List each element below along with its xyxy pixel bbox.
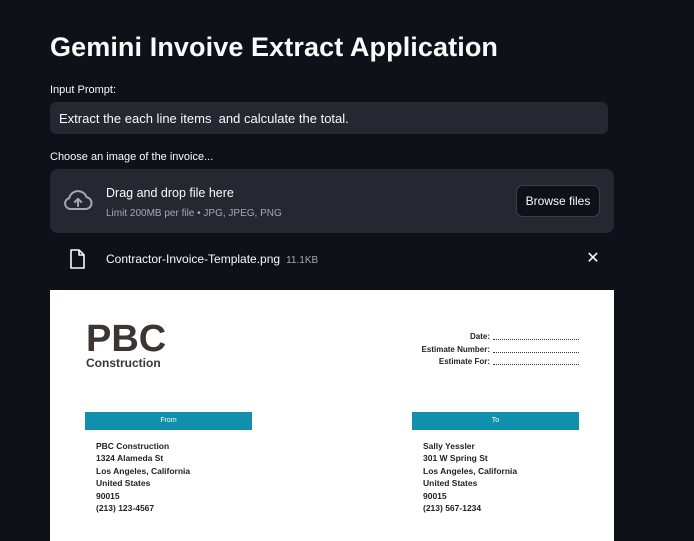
meta-row-estimate-for: Estimate For:	[350, 357, 580, 370]
to-header-bar: To	[412, 412, 579, 430]
address-line: 301 W Spring St	[423, 453, 488, 464]
address-line: 90015	[96, 490, 120, 501]
meta-dotted-line	[493, 351, 579, 353]
address-line: PBC Construction	[96, 441, 170, 451]
invoice-preview-image: PBC Construction Date: Estimate Number: …	[50, 290, 614, 541]
file-size: 11.1KB	[286, 255, 319, 266]
file-dropzone[interactable]: Drag and drop file here Limit 200MB per …	[50, 169, 614, 233]
to-address: Sally Yessler 301 W Spring St Los Angele…	[423, 440, 517, 514]
close-icon[interactable]: ✕	[584, 250, 602, 268]
address-line: 90015	[423, 490, 447, 501]
meta-row-estimate-number: Estimate Number:	[350, 345, 580, 358]
address-line: United States	[96, 478, 151, 489]
dropzone-title: Drag and drop file here	[106, 186, 234, 200]
prompt-input[interactable]	[50, 102, 608, 134]
uploader-label: Choose an image of the invoice...	[50, 151, 214, 163]
file-name: Contractor-Invoice-Template.png	[106, 252, 281, 266]
from-address: PBC Construction 1324 Alameda St Los Ang…	[96, 440, 190, 514]
meta-label: Estimate Number:	[421, 344, 490, 354]
address-line: Sally Yessler	[423, 441, 475, 451]
invoice-brand-sub: Construction	[86, 356, 161, 370]
meta-row-date: Date:	[350, 332, 580, 345]
address-line: 1324 Alameda St	[96, 453, 164, 464]
page-title: Gemini Invoive Extract Application	[50, 32, 499, 62]
meta-dotted-line	[493, 364, 579, 365]
invoice-brand: PBC	[86, 318, 167, 360]
address-line: (213) 123-4567	[96, 503, 155, 514]
meta-dotted-line	[493, 339, 579, 340]
meta-label: Estimate For:	[438, 357, 490, 366]
browse-files-button[interactable]: Browse files	[516, 185, 600, 217]
file-icon	[70, 249, 85, 269]
uploaded-file-row: Contractor-Invoice-Template.png 11.1KB ✕	[50, 246, 614, 272]
address-line: (213) 567-1234	[423, 503, 482, 514]
invoice-meta-fields: Date: Estimate Number: Estimate For:	[350, 332, 580, 370]
address-line: Los Angeles, California	[423, 465, 518, 476]
meta-label: Date:	[469, 332, 490, 341]
address-line: Los Angeles, California	[96, 465, 191, 476]
prompt-label: Input Prompt:	[50, 84, 117, 96]
dropzone-limit: Limit 200MB per file • JPG, JPEG, PNG	[106, 208, 282, 219]
address-line: United States	[423, 478, 478, 489]
from-header-bar: From	[85, 412, 252, 430]
cloud-upload-icon	[64, 190, 93, 210]
